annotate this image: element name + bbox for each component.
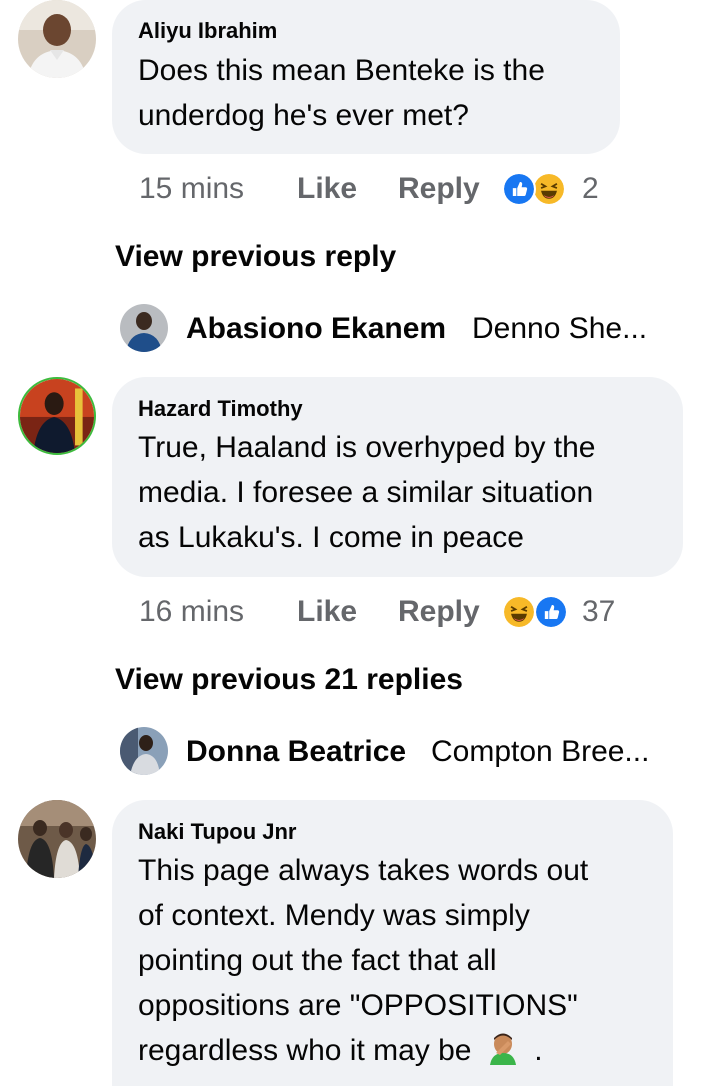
reply-author[interactable]: Donna Beatrice xyxy=(186,735,406,769)
comment-text-line: oppositions are "OPPOSITIONS" xyxy=(138,989,578,1022)
comment-bubble: Naki Tupou Jnr This page always takes wo… xyxy=(112,800,673,1086)
comment-text-line: regardless who it may be . xyxy=(138,1028,543,1073)
like-button[interactable]: Like xyxy=(297,172,357,206)
comment-text-line-content: regardless who it may be xyxy=(138,1034,472,1067)
reply-author[interactable]: Abasiono Ekanem xyxy=(186,312,446,346)
comment-timestamp[interactable]: 15 mins xyxy=(139,172,244,206)
view-previous-replies-link[interactable]: View previous reply xyxy=(115,240,396,274)
like-icon xyxy=(502,172,536,206)
avatar-hazard-timothy[interactable] xyxy=(18,377,96,455)
comment-timestamp[interactable]: 16 mins xyxy=(139,595,244,629)
view-previous-replies-link[interactable]: View previous 21 replies xyxy=(115,663,463,697)
reply-button[interactable]: Reply xyxy=(398,172,480,206)
comment-text-line: Does this mean Benteke is the xyxy=(138,54,545,87)
comment-text-line: of context. Mendy was simply xyxy=(138,899,530,932)
man-facepalming-emoji xyxy=(486,1031,520,1065)
comment-text-line: pointing out the fact that all xyxy=(138,944,497,977)
reply-preview-text: Denno She... xyxy=(472,312,648,345)
reply-preview-row[interactable]: Abasiono Ekanem Denno She... xyxy=(120,304,680,352)
reaction-summary[interactable]: 37 xyxy=(502,595,632,629)
avatar-donna-beatrice[interactable] xyxy=(120,727,168,775)
comment-text-line: True, Haaland is overhyped by the xyxy=(138,431,596,464)
comment-bubble: Aliyu Ibrahim Does this mean Benteke is … xyxy=(112,0,620,154)
comment-author[interactable]: Aliyu Ibrahim xyxy=(138,18,277,44)
comment-author[interactable]: Naki Tupou Jnr xyxy=(138,819,297,845)
like-icon xyxy=(534,595,568,629)
reaction-count: 37 xyxy=(582,595,616,628)
reply-preview-text: Compton Bree... xyxy=(431,735,650,768)
comment-bubble: Hazard Timothy True, Haaland is overhype… xyxy=(112,377,683,577)
avatar-naki-tupou-jnr[interactable] xyxy=(18,800,96,878)
comment-text-line: This page always takes words out xyxy=(138,854,589,887)
haha-icon xyxy=(502,595,536,629)
comment-text-line: media. I foresee a similar situation xyxy=(138,476,594,509)
avatar-aliyu-ibrahim[interactable] xyxy=(18,0,96,78)
reply-button[interactable]: Reply xyxy=(398,595,480,629)
avatar-abasiono-ekanem[interactable] xyxy=(120,304,168,352)
reply-preview-row[interactable]: Donna Beatrice Compton Bree... xyxy=(120,727,690,775)
haha-icon xyxy=(532,172,566,206)
comment-author[interactable]: Hazard Timothy xyxy=(138,396,303,422)
reaction-summary[interactable]: 2 xyxy=(502,172,622,206)
reaction-count: 2 xyxy=(582,172,599,205)
comment-text-line: as Lukaku's. I come in peace xyxy=(138,521,524,554)
comment-end-text: . xyxy=(534,1034,543,1067)
comment-text-line: underdog he's ever met? xyxy=(138,99,469,132)
like-button[interactable]: Like xyxy=(297,595,357,629)
